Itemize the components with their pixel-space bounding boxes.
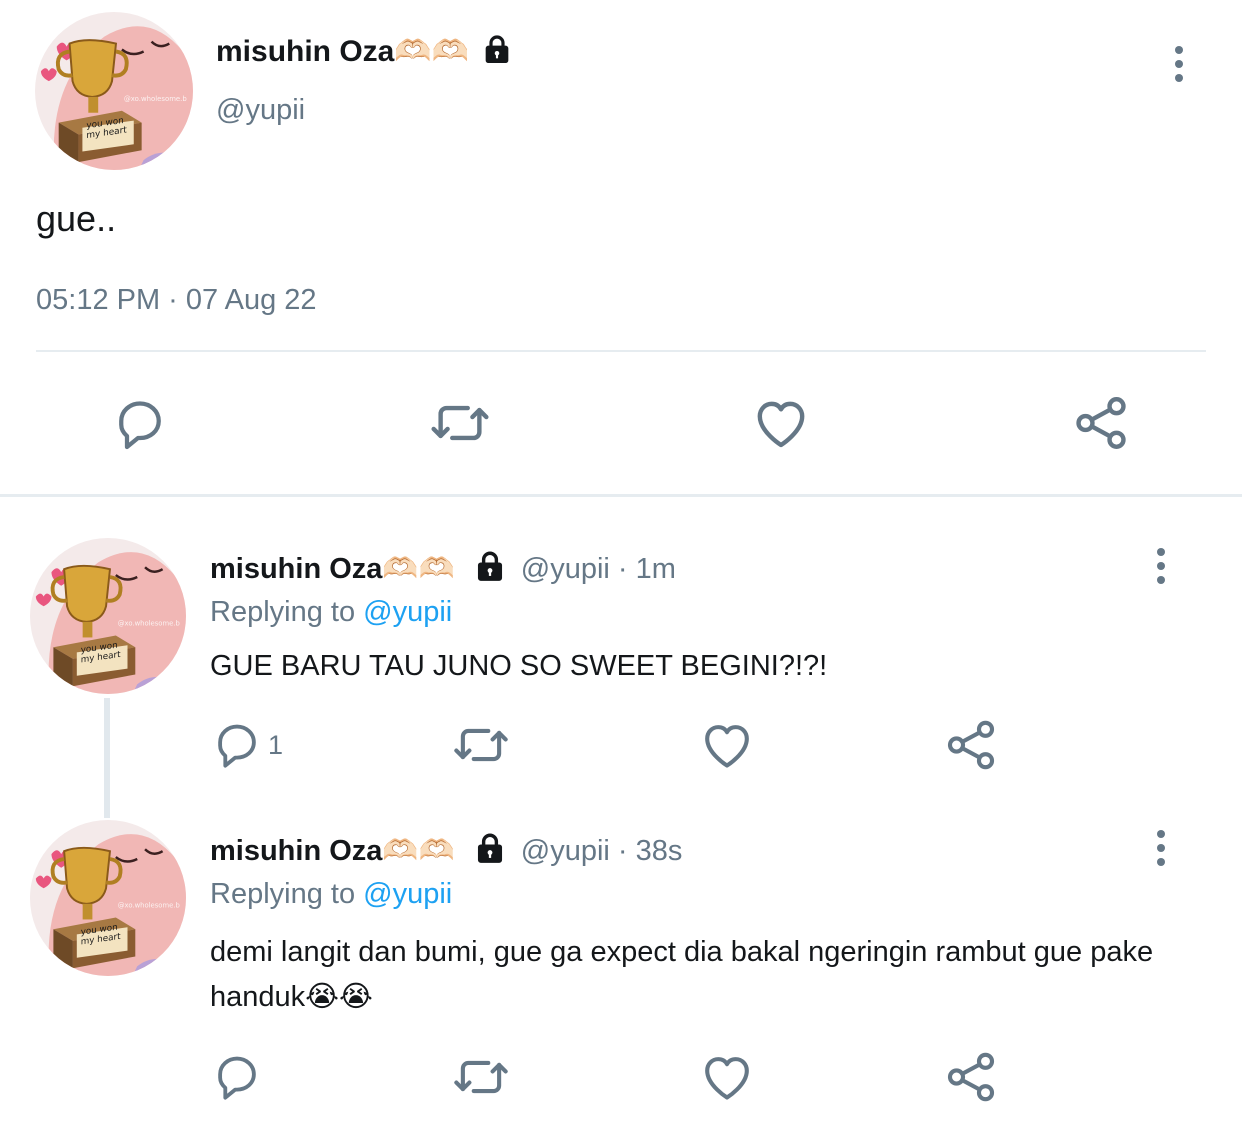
reply-reply-button[interactable]: 1 bbox=[210, 718, 283, 772]
more-icon[interactable] bbox=[1156, 548, 1166, 584]
share-icon bbox=[942, 1048, 1000, 1106]
reply-like-button[interactable] bbox=[698, 1048, 756, 1106]
reply-retweet-button[interactable] bbox=[452, 716, 510, 774]
lock-icon bbox=[473, 831, 507, 865]
share-icon bbox=[1070, 392, 1132, 454]
reply-time[interactable]: · 1m bbox=[618, 553, 676, 585]
replying-to-handle[interactable]: @yupii bbox=[363, 596, 452, 628]
lock-icon bbox=[473, 549, 507, 583]
reply-like-button[interactable] bbox=[698, 716, 756, 774]
like-icon bbox=[750, 392, 812, 454]
avatar-image bbox=[30, 538, 186, 694]
replying-to-row: Replying to @yupii bbox=[210, 596, 452, 629]
retweet-icon bbox=[428, 392, 492, 454]
main-like-button[interactable] bbox=[750, 392, 812, 454]
reply-reply-button[interactable] bbox=[210, 1050, 276, 1104]
reply-display-name[interactable]: misuhin Oza🫶🏻🫶🏻 bbox=[210, 553, 455, 585]
main-share-button[interactable] bbox=[1070, 392, 1132, 454]
reply-icon bbox=[210, 1050, 264, 1104]
reply-header: misuhin Oza🫶🏻🫶🏻 @yupii · 1m bbox=[210, 552, 676, 586]
avatar-image bbox=[30, 820, 186, 976]
more-icon[interactable] bbox=[1174, 46, 1184, 82]
reply-handle[interactable]: @yupii bbox=[521, 553, 610, 585]
section-divider bbox=[0, 494, 1242, 497]
reply-header: misuhin Oza🫶🏻🫶🏻 @yupii · 38s bbox=[210, 834, 682, 868]
reply-share-button[interactable] bbox=[942, 1048, 1000, 1106]
reply-time[interactable]: · 38s bbox=[618, 835, 682, 867]
replying-to-row: Replying to @yupii bbox=[210, 878, 452, 911]
reply-avatar[interactable] bbox=[30, 820, 186, 976]
main-reply-button[interactable] bbox=[110, 394, 170, 454]
reply-display-name[interactable]: misuhin Oza🫶🏻🫶🏻 bbox=[210, 835, 455, 867]
main-display-name[interactable]: misuhin Oza🫶🏻🫶🏻 bbox=[216, 35, 469, 68]
share-icon bbox=[942, 716, 1000, 774]
reply-avatar[interactable] bbox=[30, 538, 186, 694]
more-icon[interactable] bbox=[1156, 830, 1166, 866]
thread-line bbox=[104, 698, 110, 818]
lock-icon bbox=[481, 33, 513, 65]
reply-icon bbox=[110, 394, 170, 454]
like-icon bbox=[698, 716, 756, 774]
reply-handle[interactable]: @yupii bbox=[521, 835, 610, 867]
main-avatar[interactable] bbox=[35, 12, 193, 170]
reply-icon bbox=[210, 718, 264, 772]
reply-text: demi langit dan bumi, gue ga expect dia … bbox=[210, 936, 1154, 1013]
main-handle[interactable]: @yupii bbox=[216, 94, 305, 127]
replying-to-handle[interactable]: @yupii bbox=[363, 878, 452, 910]
like-icon bbox=[698, 1048, 756, 1106]
avatar-image bbox=[35, 12, 193, 170]
main-retweet-button[interactable] bbox=[428, 392, 492, 454]
main-tweet-text: gue.. bbox=[36, 198, 117, 239]
retweet-icon bbox=[452, 1048, 510, 1106]
reply-text: GUE BARU TAU JUNO SO SWEET BEGINI?!?! bbox=[210, 650, 828, 682]
retweet-icon bbox=[452, 716, 510, 774]
reply-share-button[interactable] bbox=[942, 716, 1000, 774]
reply-retweet-button[interactable] bbox=[452, 1048, 510, 1106]
reply-count: 1 bbox=[268, 729, 284, 760]
divider bbox=[36, 350, 1206, 352]
replying-to-label: Replying to bbox=[210, 878, 356, 910]
main-timestamp[interactable]: 05:12 PM · 07 Aug 22 bbox=[36, 284, 317, 317]
main-display-name-row: misuhin Oza🫶🏻🫶🏻 bbox=[216, 34, 513, 69]
replying-to-label: Replying to bbox=[210, 596, 356, 628]
